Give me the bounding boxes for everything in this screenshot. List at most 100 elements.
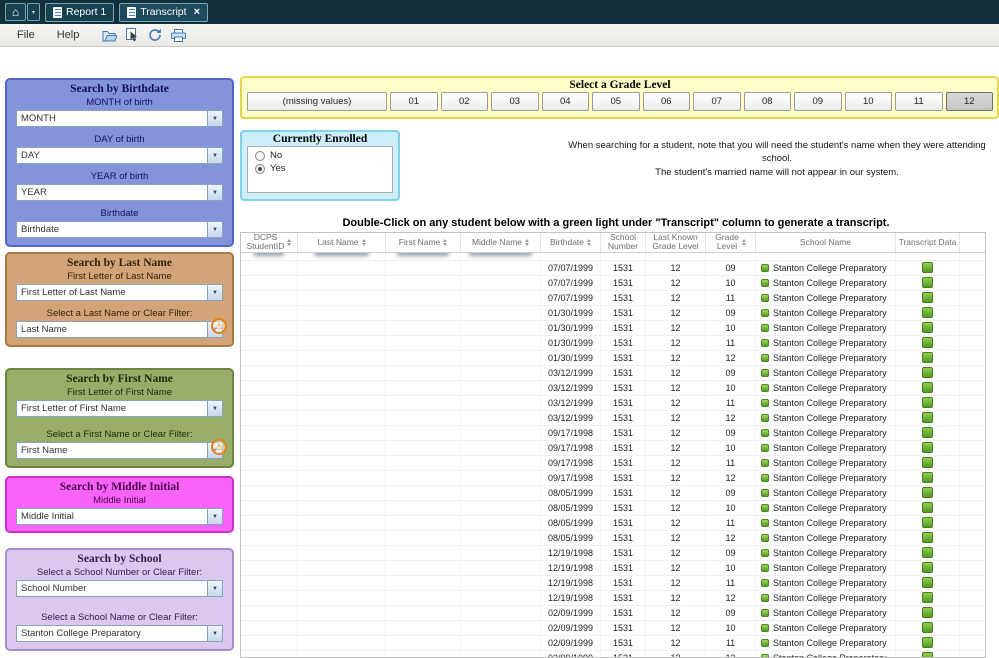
transcript-green-light[interactable] [922,397,933,408]
table-row[interactable]: 09/17/199815311209Stanton College Prepar… [241,426,985,441]
table-row[interactable]: 07/07/199915311209Stanton College Prepar… [241,261,985,276]
grade-level-button[interactable]: 07 [693,92,741,111]
dropdown-arrow-icon[interactable]: ▼ [207,222,222,237]
sort-arrows-icon[interactable] [525,239,529,246]
transcript-green-light[interactable] [922,442,933,453]
dropdown-arrow-icon[interactable]: ▼ [207,285,222,300]
table-row[interactable]: 08/05/199915311212Stanton College Prepar… [241,531,985,546]
transcript-green-light[interactable] [922,382,933,393]
enrolled-option[interactable]: Yes [255,163,286,174]
transcript-green-light[interactable] [922,592,933,603]
select-icon[interactable] [126,28,139,42]
dropdown[interactable]: First Letter of First Name ▼ [16,400,223,417]
transcript-green-light[interactable] [922,532,933,543]
transcript-green-light[interactable] [922,547,933,558]
home-button[interactable]: ⌂ [5,3,26,21]
column-header[interactable]: Middle Name [461,233,541,252]
column-header[interactable]: GradeLevel [706,233,756,252]
table-row[interactable]: 12/19/199815311209Stanton College Prepar… [241,546,985,561]
transcript-green-light[interactable] [922,487,933,498]
table-row[interactable]: 09/17/199815311210Stanton College Prepar… [241,441,985,456]
grade-level-button[interactable]: (missing values) [247,92,387,111]
column-header[interactable] [960,233,985,252]
grade-level-button[interactable]: 02 [441,92,489,111]
home-dropdown-button[interactable]: ▾ [27,3,40,21]
table-row[interactable]: 12/19/199815311210Stanton College Prepar… [241,561,985,576]
table-row[interactable]: 03/12/199915311211Stanton College Prepar… [241,396,985,411]
open-folder-icon[interactable] [102,29,117,42]
dropdown[interactable]: School Number ▼ [16,580,223,597]
transcript-green-light[interactable] [922,367,933,378]
transcript-green-light[interactable] [922,457,933,468]
column-header[interactable]: Transcript Data [896,233,960,252]
transcript-green-light[interactable] [922,277,933,288]
transcript-green-light[interactable] [922,472,933,483]
table-row[interactable]: 08/05/199915311210Stanton College Prepar… [241,501,985,516]
tab-report-1[interactable]: Report 1 [45,3,114,22]
transcript-green-light[interactable] [922,607,933,618]
column-header[interactable]: First Name [386,233,461,252]
transcript-green-light[interactable] [922,322,933,333]
table-row[interactable]: 12/19/199815311212Stanton College Prepar… [241,591,985,606]
column-header[interactable]: Last KnownGrade Level [646,233,706,252]
table-row[interactable]: 09/17/199815311211Stanton College Prepar… [241,456,985,471]
transcript-green-light[interactable] [922,577,933,588]
transcript-green-light[interactable] [922,412,933,423]
table-row[interactable]: 09/17/199815311212Stanton College Prepar… [241,471,985,486]
grade-level-button[interactable]: 11 [895,92,943,111]
radio-icon[interactable] [255,151,265,161]
dropdown[interactable]: First Name ▼ [16,442,223,459]
tab-transcript[interactable]: Transcript × [119,3,208,22]
dropdown[interactable]: First Letter of Last Name ▼ [16,284,223,301]
sort-arrows-icon[interactable] [443,239,447,246]
dropdown-arrow-icon[interactable]: ▼ [207,509,222,524]
dropdown[interactable]: Last Name ▼ [16,321,223,338]
table-row-redacted[interactable] [241,253,985,261]
transcript-green-light[interactable] [922,337,933,348]
transcript-green-light[interactable] [922,502,933,513]
transcript-green-light[interactable] [922,307,933,318]
sort-arrows-icon[interactable] [742,239,746,246]
table-row[interactable]: 02/09/199915311211Stanton College Prepar… [241,636,985,651]
grade-level-button[interactable]: 12 [946,92,994,111]
dropdown[interactable]: Birthdate ▼ [16,221,223,238]
dropdown-arrow-icon[interactable]: ▼ [207,401,222,416]
table-row[interactable]: 03/12/199915311212Stanton College Prepar… [241,411,985,426]
dropdown[interactable]: Stanton College Preparatory ▼ [16,625,223,642]
sort-arrows-icon[interactable] [587,239,591,246]
table-row[interactable]: 01/30/199915311210Stanton College Prepar… [241,321,985,336]
grade-level-button[interactable]: 03 [491,92,539,111]
grade-level-button[interactable]: 04 [542,92,590,111]
table-row[interactable]: 07/07/199915311211Stanton College Prepar… [241,291,985,306]
table-row[interactable]: 08/05/199915311211Stanton College Prepar… [241,516,985,531]
print-icon[interactable] [171,29,186,42]
table-row[interactable]: 03/12/199915311209Stanton College Prepar… [241,366,985,381]
column-header[interactable]: DCPSStudentID [241,233,298,252]
dropdown-arrow-icon[interactable]: ▼ [207,148,222,163]
table-row[interactable]: 07/07/199915311210Stanton College Prepar… [241,276,985,291]
transcript-green-light[interactable] [922,622,933,633]
grade-level-button[interactable]: 09 [794,92,842,111]
table-row[interactable]: 03/12/199915311210Stanton College Prepar… [241,381,985,396]
table-row[interactable]: 02/09/199915311209Stanton College Prepar… [241,606,985,621]
table-row[interactable]: 02/09/199915311212Stanton College Prepar… [241,651,985,657]
transcript-green-light[interactable] [922,637,933,648]
table-row[interactable]: 02/09/199915311210Stanton College Prepar… [241,621,985,636]
dropdown-arrow-icon[interactable]: ▼ [207,111,222,126]
table-row[interactable]: 08/05/199915311209Stanton College Prepar… [241,486,985,501]
transcript-green-light[interactable] [922,352,933,363]
grade-level-button[interactable]: 06 [643,92,691,111]
column-header[interactable]: Birthdate [541,233,601,252]
table-row[interactable]: 12/19/199815311211Stanton College Prepar… [241,576,985,591]
grade-level-button[interactable]: 05 [592,92,640,111]
sort-arrows-icon[interactable] [287,239,291,246]
grade-level-button[interactable]: 08 [744,92,792,111]
column-header[interactable]: Last Name [298,233,386,252]
table-row[interactable]: 01/30/199915311212Stanton College Prepar… [241,351,985,366]
menu-help[interactable]: Help [46,29,91,41]
transcript-green-light[interactable] [922,562,933,573]
dropdown-arrow-icon[interactable]: ▼ [207,626,222,641]
transcript-green-light[interactable] [922,427,933,438]
close-tab-icon[interactable]: × [194,7,200,18]
dropdown-arrow-icon[interactable]: ▼ [207,185,222,200]
